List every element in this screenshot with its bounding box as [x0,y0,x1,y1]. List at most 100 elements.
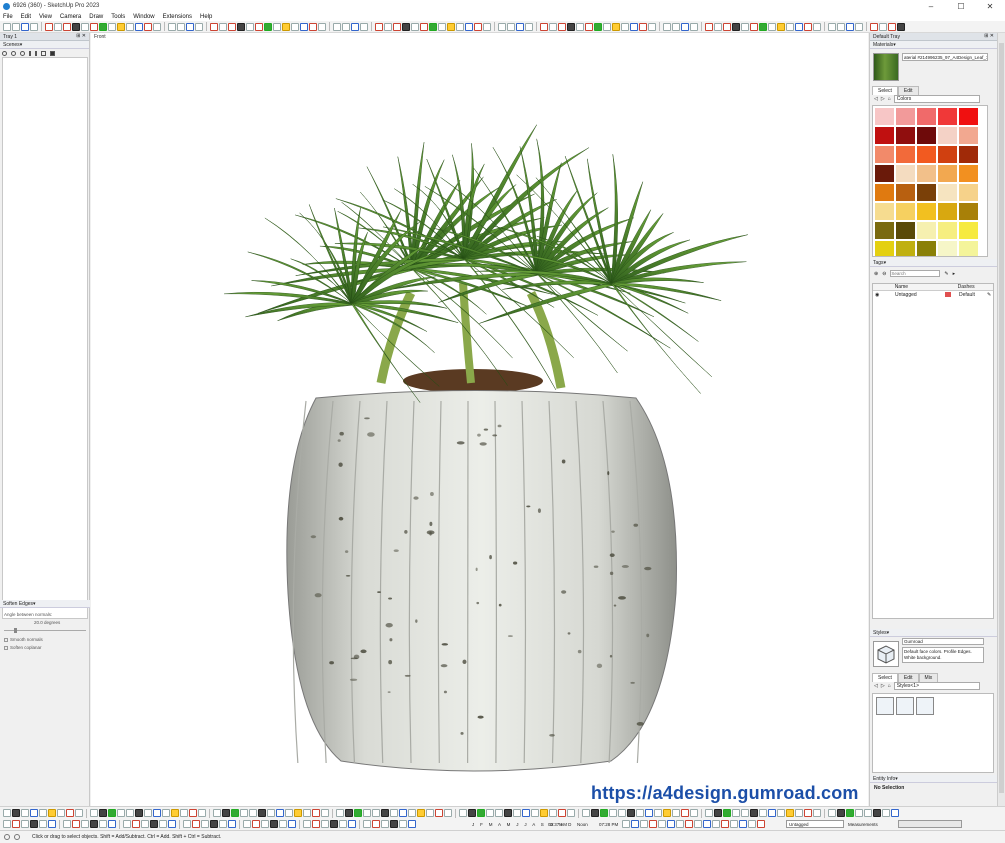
tool-button-icon[interactable] [891,809,899,817]
tool-button-icon[interactable] [618,809,626,817]
tool-button-icon[interactable] [12,22,20,31]
tool-button-icon[interactable] [804,22,812,31]
tool-button-icon[interactable] [339,820,347,828]
tool-button-icon[interactable] [459,809,467,817]
tool-button-icon[interactable] [636,809,644,817]
tool-button-icon[interactable] [351,22,359,31]
menu-edit[interactable]: Edit [21,14,31,20]
menu-file[interactable]: File [3,14,13,20]
tool-button-icon[interactable] [864,809,872,817]
tool-button-icon[interactable] [372,809,380,817]
tool-button-icon[interactable] [627,809,635,817]
color-swatch[interactable] [875,146,894,163]
tool-button-icon[interactable] [690,809,698,817]
tool-button-icon[interactable] [354,809,362,817]
eye-icon[interactable]: ◉ [873,292,893,298]
tool-button-icon[interactable] [631,820,639,828]
tool-button-icon[interactable] [342,22,350,31]
home-icon[interactable]: ⌂ [888,96,891,102]
tool-button-icon[interactable] [39,820,47,828]
tool-button-icon[interactable] [549,22,557,31]
tool-button-icon[interactable] [81,820,89,828]
pin-icon[interactable]: ⊞ ✕ [76,33,86,39]
tool-button-icon[interactable] [676,820,684,828]
tool-button-icon[interactable] [285,809,293,817]
tool-button-icon[interactable] [90,820,98,828]
tool-button-icon[interactable] [645,809,653,817]
tool-button-icon[interactable] [474,22,482,31]
tool-button-icon[interactable] [171,809,179,817]
tool-button-icon[interactable] [897,22,905,31]
tool-button-icon[interactable] [468,809,476,817]
tool-button-icon[interactable] [213,809,221,817]
tool-button-icon[interactable] [54,22,62,31]
tool-button-icon[interactable] [195,22,203,31]
color-swatch[interactable] [875,165,894,182]
tool-button-icon[interactable] [228,820,236,828]
tool-button-icon[interactable] [183,820,191,828]
color-swatch[interactable] [938,108,957,125]
pencil-icon[interactable]: ✎ [987,292,991,298]
tool-button-icon[interactable] [714,809,722,817]
tool-button-icon[interactable] [72,820,80,828]
tool-button-icon[interactable] [777,22,785,31]
color-swatch[interactable] [917,203,936,220]
menu-view[interactable]: View [39,14,52,20]
color-swatch[interactable] [917,165,936,182]
tool-button-icon[interactable] [381,820,389,828]
angle-slider[interactable] [4,628,86,633]
tool-button-icon[interactable] [795,809,803,817]
tool-button-icon[interactable] [846,22,854,31]
tool-button-icon[interactable] [21,820,29,828]
tool-button-icon[interactable] [516,22,524,31]
tool-button-icon[interactable] [177,22,185,31]
pin-icon[interactable]: ⊞ ✕ [984,33,994,39]
tool-button-icon[interactable] [640,820,648,828]
tool-button-icon[interactable] [522,809,530,817]
info-icon[interactable] [4,834,10,840]
tool-button-icon[interactable] [270,820,278,828]
tool-button-icon[interactable] [739,820,747,828]
tag-details-icon[interactable]: ▸ [953,271,956,277]
color-swatch[interactable] [959,241,978,256]
tool-button-icon[interactable] [705,809,713,817]
tool-button-icon[interactable] [279,820,287,828]
tool-button-icon[interactable] [486,809,494,817]
tool-button-icon[interactable] [126,22,134,31]
tag-tools-icon[interactable]: ✎ [944,271,948,277]
style-item[interactable] [876,697,894,715]
tool-button-icon[interactable] [444,809,452,817]
add-scene-icon[interactable] [11,51,16,56]
color-swatch[interactable] [917,241,936,256]
tool-button-icon[interactable] [90,22,98,31]
tool-button-icon[interactable] [723,809,731,817]
tool-button-icon[interactable] [321,809,329,817]
tool-button-icon[interactable] [721,820,729,828]
tool-button-icon[interactable] [759,809,767,817]
material-preview[interactable] [873,53,899,81]
tool-button-icon[interactable] [465,22,473,31]
color-swatch[interactable] [959,222,978,239]
collapse-icon[interactable]: ▾ [20,42,23,48]
tool-button-icon[interactable] [558,22,566,31]
tool-button-icon[interactable] [804,809,812,817]
minimize-button[interactable]: – [917,0,945,12]
slider-knob[interactable] [14,628,17,633]
scenes-panel-header[interactable]: Scenes ▾ [0,41,89,49]
tool-button-icon[interactable] [312,820,320,828]
tool-button-icon[interactable] [663,809,671,817]
color-swatch[interactable] [917,127,936,144]
color-swatch[interactable] [896,127,915,144]
tool-button-icon[interactable] [681,809,689,817]
tool-button-icon[interactable] [630,22,638,31]
tool-button-icon[interactable] [144,22,152,31]
tool-button-icon[interactable] [267,809,275,817]
tool-button-icon[interactable] [108,820,116,828]
tool-button-icon[interactable] [48,820,56,828]
tool-button-icon[interactable] [63,22,71,31]
tool-button-icon[interactable] [882,809,890,817]
tool-button-icon[interactable] [294,809,302,817]
tool-button-icon[interactable] [255,22,263,31]
color-swatch[interactable] [917,184,936,201]
color-swatch[interactable] [875,203,894,220]
